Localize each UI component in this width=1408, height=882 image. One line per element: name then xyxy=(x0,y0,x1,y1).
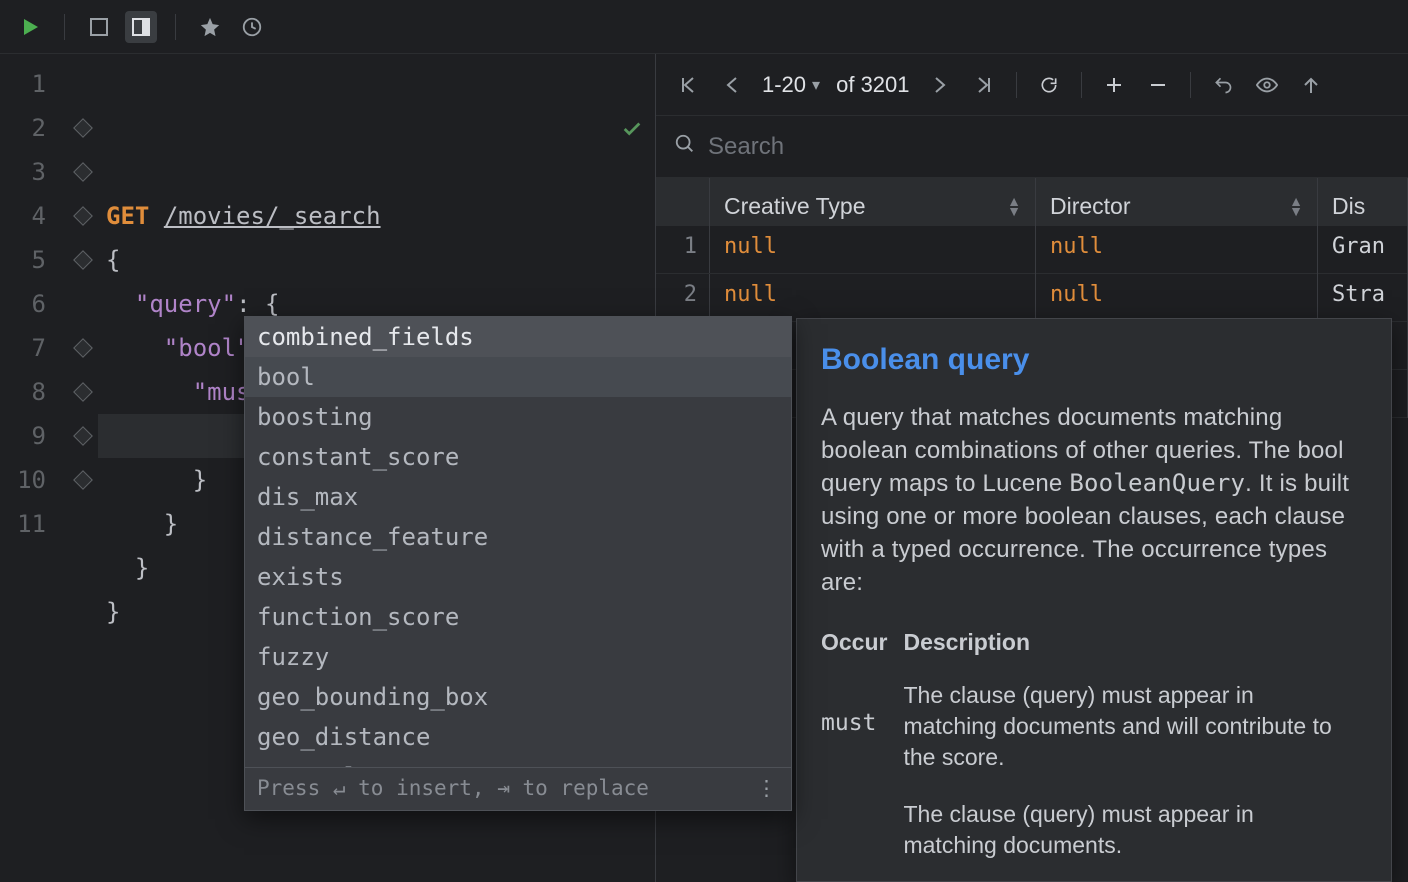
history-button[interactable] xyxy=(236,11,268,43)
column-header[interactable]: Dis xyxy=(1318,178,1408,226)
autocomplete-item[interactable]: exists xyxy=(245,557,791,597)
undo-button[interactable] xyxy=(1209,75,1237,95)
cell[interactable]: null xyxy=(710,226,1036,274)
doc-occur xyxy=(821,791,903,879)
cell[interactable]: null xyxy=(1036,274,1318,322)
page-total: of 3201 xyxy=(836,72,909,98)
fold-marker[interactable] xyxy=(68,370,98,414)
table-row[interactable]: 2nullnullStra xyxy=(656,274,1408,322)
query-editor-pane: 1234567891011 GET /movies/_search{ "quer… xyxy=(0,54,656,882)
table-header: Creative Type ▲▼ Director ▲▼ Dis xyxy=(656,178,1408,226)
search-icon xyxy=(674,133,696,161)
line-number: 1 xyxy=(0,62,68,106)
page-range-text: 1-20 xyxy=(762,72,806,98)
line-number: 7 xyxy=(0,326,68,370)
view-button[interactable] xyxy=(1253,76,1281,94)
more-icon[interactable]: ⋮ xyxy=(756,776,779,800)
autocomplete-item[interactable]: bool xyxy=(245,357,791,397)
fold-marker[interactable] xyxy=(68,414,98,458)
line-number: 11 xyxy=(0,502,68,546)
doc-description: The clause (query) must appear in matchi… xyxy=(903,791,1367,879)
first-page-button[interactable] xyxy=(674,75,702,95)
table-row[interactable]: 1nullnullGran xyxy=(656,226,1408,274)
line-number: 9 xyxy=(0,414,68,458)
cell[interactable]: Stra xyxy=(1318,274,1408,322)
autocomplete-item[interactable]: function_score xyxy=(245,597,791,637)
refresh-button[interactable] xyxy=(1035,75,1063,95)
remove-row-button[interactable] xyxy=(1144,76,1172,94)
autocomplete-hint: Press ↵ to insert, ⇥ to replace ⋮ xyxy=(245,767,791,810)
sort-icon: ▲▼ xyxy=(1007,196,1021,216)
doc-occur: must xyxy=(821,672,903,791)
layout-split-button[interactable] xyxy=(125,11,157,43)
line-number: 10 xyxy=(0,458,68,502)
favorites-button[interactable] xyxy=(194,11,226,43)
line-number: 2 xyxy=(0,106,68,150)
autocomplete-item[interactable]: fuzzy xyxy=(245,637,791,677)
autocomplete-hint-text: Press ↵ to insert, ⇥ to replace xyxy=(257,776,649,800)
fold-marker[interactable] xyxy=(68,326,98,370)
autocomplete-item[interactable]: distance_feature xyxy=(245,517,791,557)
fold-marker[interactable] xyxy=(68,194,98,238)
add-row-button[interactable] xyxy=(1100,76,1128,94)
results-toolbar: 1-20 ▾ of 3201 xyxy=(656,54,1408,116)
upload-button[interactable] xyxy=(1297,75,1325,95)
editor-toolbar xyxy=(0,0,1408,54)
line-number: 5 xyxy=(0,238,68,282)
column-header[interactable]: Director ▲▼ xyxy=(1036,178,1318,226)
cell[interactable]: Gran xyxy=(1318,226,1408,274)
line-number: 8 xyxy=(0,370,68,414)
row-number: 1 xyxy=(656,226,710,273)
autocomplete-item[interactable]: constant_score xyxy=(245,437,791,477)
autocomplete-item[interactable]: dis_max xyxy=(245,477,791,517)
doc-title: Boolean query xyxy=(821,343,1367,377)
fold-marker[interactable] xyxy=(68,106,98,150)
fold-marker[interactable] xyxy=(68,62,98,106)
fold-marker[interactable] xyxy=(68,238,98,282)
documentation-popup: Boolean query A query that matches docum… xyxy=(796,318,1392,882)
fold-marker[interactable] xyxy=(68,282,98,326)
autocomplete-popup: combined_fieldsboolboostingconstant_scor… xyxy=(244,316,792,811)
chevron-down-icon: ▾ xyxy=(812,75,820,95)
line-number: 4 xyxy=(0,194,68,238)
results-search-input[interactable] xyxy=(708,133,1390,161)
prev-page-button[interactable] xyxy=(718,75,746,95)
column-header[interactable]: Creative Type ▲▼ xyxy=(710,178,1036,226)
autocomplete-item[interactable]: geo_distance xyxy=(245,717,791,757)
layout-single-button[interactable] xyxy=(83,11,115,43)
page-range-dropdown[interactable]: 1-20 ▾ xyxy=(762,72,820,98)
toolbar-separator xyxy=(1190,72,1191,98)
line-number: 6 xyxy=(0,282,68,326)
row-number: 2 xyxy=(656,274,710,321)
toolbar-separator xyxy=(175,14,176,40)
next-page-button[interactable] xyxy=(926,75,954,95)
fold-marker[interactable] xyxy=(68,150,98,194)
autocomplete-item[interactable]: geo_bounding_box xyxy=(245,677,791,717)
rownum-header xyxy=(656,178,710,226)
run-button[interactable] xyxy=(14,11,46,43)
autocomplete-item[interactable]: combined_fields xyxy=(245,317,791,357)
code-line[interactable]: GET /movies/_search xyxy=(98,194,655,238)
last-page-button[interactable] xyxy=(970,75,998,95)
autocomplete-list: combined_fieldsboolboostingconstant_scor… xyxy=(245,317,791,767)
line-number: 3 xyxy=(0,150,68,194)
doc-description: The clause (query) must appear in matchi… xyxy=(903,672,1367,791)
fold-marker[interactable] xyxy=(68,458,98,502)
results-search-bar xyxy=(656,116,1408,178)
fold-marker[interactable] xyxy=(68,502,98,546)
code-line[interactable]: { xyxy=(98,238,655,282)
toolbar-separator xyxy=(1016,72,1017,98)
line-number-gutter: 1234567891011 xyxy=(0,54,68,678)
sort-icon: ▲▼ xyxy=(1289,196,1303,216)
doc-body: A query that matches documents matching … xyxy=(821,401,1367,599)
cell[interactable]: null xyxy=(1036,226,1318,274)
fold-gutter xyxy=(68,54,98,678)
toolbar-separator xyxy=(64,14,65,40)
toolbar-separator xyxy=(1081,72,1082,98)
query-ok-icon xyxy=(477,66,644,198)
cell[interactable]: null xyxy=(710,274,1036,322)
autocomplete-item[interactable]: geo_polygon xyxy=(245,757,791,767)
doc-occurrence-table: Occur Description mustThe clause (query)… xyxy=(821,623,1367,879)
autocomplete-item[interactable]: boosting xyxy=(245,397,791,437)
